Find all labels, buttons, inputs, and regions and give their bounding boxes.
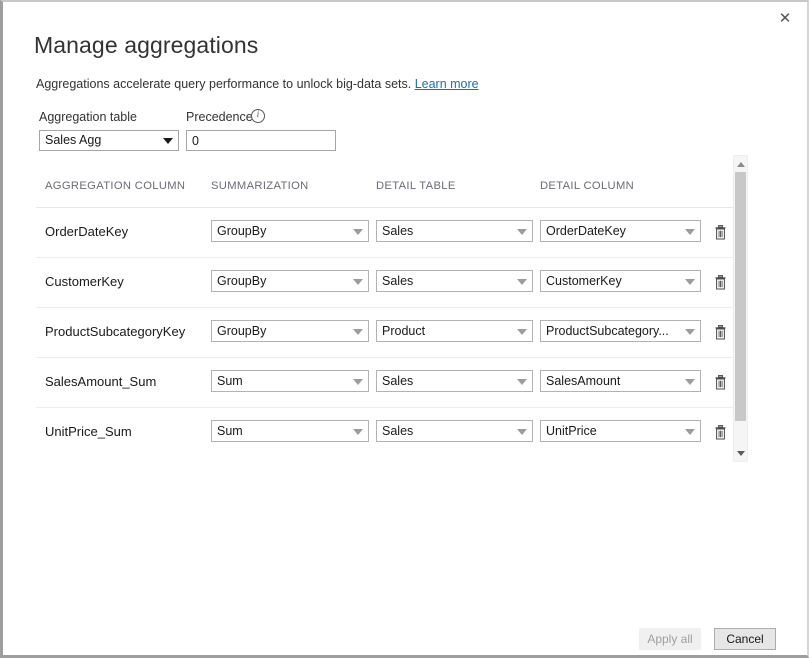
column-header-detail-column: DETAIL COLUMN: [540, 180, 634, 192]
dialog-subtitle: Aggregations accelerate query performanc…: [36, 77, 479, 91]
aggregation-table-label: Aggregation table: [39, 110, 137, 124]
aggregation-column-value: SalesAmount_Sum: [45, 374, 156, 389]
detail-table-select[interactable]: Sales: [376, 270, 533, 292]
chevron-down-icon: [163, 138, 173, 144]
summarization-value: GroupBy: [217, 224, 266, 238]
detail-column-select[interactable]: OrderDateKey: [540, 220, 701, 242]
table-row: ProductSubcategoryKey GroupBy Product Pr…: [36, 308, 747, 358]
scroll-up-icon[interactable]: [734, 157, 747, 171]
precedence-label: Precedence: [186, 110, 253, 124]
table-row: CustomerKey GroupBy Sales CustomerKey: [36, 258, 747, 308]
close-icon[interactable]: ✕: [763, 2, 807, 34]
cancel-button[interactable]: Cancel: [714, 628, 776, 650]
chevron-down-icon: [353, 429, 363, 435]
column-header-aggregation-column: AGGREGATION COLUMN: [45, 180, 185, 192]
trash-icon[interactable]: [709, 370, 731, 392]
detail-column-select[interactable]: CustomerKey: [540, 270, 701, 292]
detail-table-value: Product: [382, 324, 425, 338]
chevron-down-icon: [517, 379, 527, 385]
summarization-value: Sum: [217, 374, 243, 388]
detail-column-value: UnitPrice: [546, 424, 597, 438]
chevron-down-icon: [685, 429, 695, 435]
trash-icon-glyph: [714, 375, 727, 390]
chevron-down-icon: [685, 279, 695, 285]
trash-icon[interactable]: [709, 320, 731, 342]
trash-icon[interactable]: [709, 420, 731, 442]
summarization-select[interactable]: Sum: [211, 420, 369, 442]
trash-icon-glyph: [714, 325, 727, 340]
triangle-down-glyph: [737, 451, 745, 456]
detail-column-value: OrderDateKey: [546, 224, 626, 238]
scroll-down-icon[interactable]: [734, 446, 747, 460]
table-row: UnitPrice_Sum Sum Sales UnitPrice: [36, 408, 747, 457]
chevron-down-icon: [517, 329, 527, 335]
chevron-down-icon: [517, 279, 527, 285]
chevron-down-icon: [517, 229, 527, 235]
grid-scrollbar[interactable]: [733, 155, 748, 462]
aggregation-column-value: OrderDateKey: [45, 224, 128, 239]
detail-column-value: CustomerKey: [546, 274, 622, 288]
detail-column-select[interactable]: SalesAmount: [540, 370, 701, 392]
summarization-select[interactable]: GroupBy: [211, 270, 369, 292]
summarization-value: Sum: [217, 424, 243, 438]
trash-icon[interactable]: [709, 270, 731, 292]
subtitle-text: Aggregations accelerate query performanc…: [36, 77, 411, 91]
trash-icon-glyph: [714, 225, 727, 240]
table-row: SalesAmount_Sum Sum Sales SalesAmount: [36, 358, 747, 408]
column-header-summarization: SUMMARIZATION: [211, 180, 309, 192]
learn-more-link[interactable]: Learn more: [415, 77, 479, 91]
chevron-down-icon: [685, 229, 695, 235]
aggregation-table-value: Sales Agg: [45, 133, 101, 147]
detail-table-select[interactable]: Sales: [376, 370, 533, 392]
triangle-up-glyph: [737, 162, 745, 167]
chevron-down-icon: [685, 379, 695, 385]
scrollbar-thumb[interactable]: [735, 172, 746, 421]
trash-icon-glyph: [714, 275, 727, 290]
page-title: Manage aggregations: [34, 32, 258, 59]
summarization-select[interactable]: GroupBy: [211, 320, 369, 342]
detail-table-value: Sales: [382, 374, 413, 388]
summarization-select[interactable]: Sum: [211, 370, 369, 392]
detail-column-value: ProductSubcategory...: [546, 324, 669, 338]
chevron-down-icon: [353, 279, 363, 285]
aggregations-grid: AGGREGATION COLUMN SUMMARIZATION DETAIL …: [36, 155, 747, 462]
detail-table-select[interactable]: Sales: [376, 420, 533, 442]
info-icon[interactable]: i: [251, 109, 265, 123]
aggregation-column-value: UnitPrice_Sum: [45, 424, 132, 439]
detail-table-value: Sales: [382, 424, 413, 438]
chevron-down-icon: [517, 429, 527, 435]
column-header-detail-table: DETAIL TABLE: [376, 180, 456, 192]
aggregation-column-value: ProductSubcategoryKey: [45, 324, 185, 339]
precedence-input[interactable]: [186, 130, 336, 151]
detail-column-select[interactable]: UnitPrice: [540, 420, 701, 442]
chevron-down-icon: [353, 229, 363, 235]
trash-icon-glyph: [714, 425, 727, 440]
detail-table-select[interactable]: Sales: [376, 220, 533, 242]
detail-table-select[interactable]: Product: [376, 320, 533, 342]
detail-table-value: Sales: [382, 274, 413, 288]
table-row: OrderDateKey GroupBy Sales OrderDateKey: [36, 208, 747, 258]
summarization-select[interactable]: GroupBy: [211, 220, 369, 242]
grid-header-row: AGGREGATION COLUMN SUMMARIZATION DETAIL …: [36, 155, 747, 208]
close-glyph: ✕: [779, 11, 792, 26]
chevron-down-icon: [353, 379, 363, 385]
aggregation-column-value: CustomerKey: [45, 274, 124, 289]
trash-icon[interactable]: [709, 220, 731, 242]
manage-aggregations-dialog: ✕ Manage aggregations Aggregations accel…: [0, 0, 809, 658]
summarization-value: GroupBy: [217, 324, 266, 338]
apply-all-button[interactable]: Apply all: [639, 628, 701, 650]
detail-column-select[interactable]: ProductSubcategory...: [540, 320, 701, 342]
summarization-value: GroupBy: [217, 274, 266, 288]
detail-column-value: SalesAmount: [546, 374, 620, 388]
detail-table-value: Sales: [382, 224, 413, 238]
aggregation-table-select[interactable]: Sales Agg: [39, 130, 179, 151]
chevron-down-icon: [685, 329, 695, 335]
chevron-down-icon: [353, 329, 363, 335]
